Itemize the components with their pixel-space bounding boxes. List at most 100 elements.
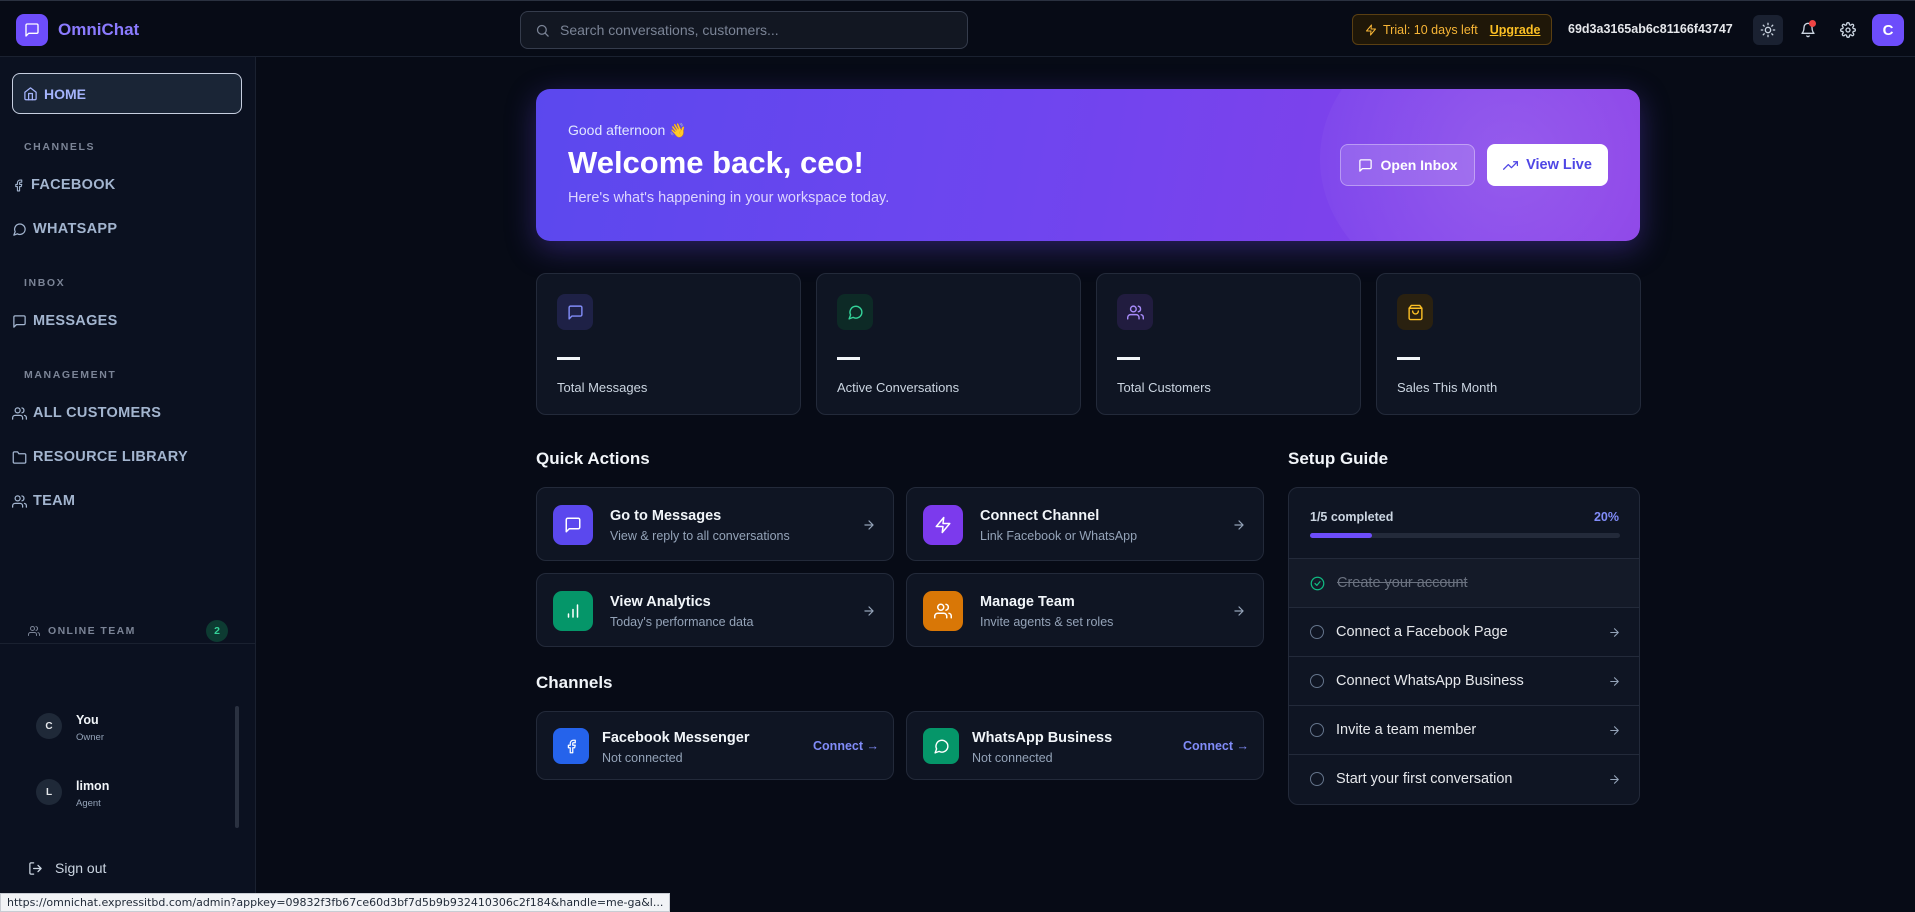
sidebar-item-messages[interactable]: MESSAGES: [12, 305, 242, 337]
setup-step-label: Connect a Facebook Page: [1336, 624, 1508, 640]
arrow-right-icon: [1608, 675, 1621, 688]
setup-progress-fill: [1310, 533, 1372, 538]
upgrade-link[interactable]: Upgrade: [1490, 23, 1541, 37]
sidebar-item-label: RESOURCE LIBRARY: [33, 449, 188, 465]
member-name: limon: [76, 779, 110, 793]
notification-dot: [1809, 20, 1816, 27]
circle-icon: [1310, 723, 1324, 737]
team-scrollbar[interactable]: [235, 706, 239, 828]
user-avatar[interactable]: C: [1872, 14, 1904, 46]
message-square-icon: [1358, 158, 1373, 173]
sign-out-button[interactable]: Sign out: [28, 860, 106, 876]
sun-icon: [1760, 22, 1776, 38]
quick-actions-title: Quick Actions: [536, 449, 650, 468]
sidebar-item-home[interactable]: HOME: [12, 73, 242, 114]
stat-value-placeholder: [1117, 357, 1140, 360]
action-title: Manage Team: [980, 594, 1075, 610]
arrow-right-icon: [1232, 518, 1246, 532]
setup-progress-percent: 20%: [1593, 510, 1619, 524]
lightning-icon: [1365, 24, 1377, 36]
open-inbox-button[interactable]: Open Inbox: [1340, 144, 1475, 186]
setup-step-label: Connect WhatsApp Business: [1336, 673, 1524, 689]
action-connect-channel[interactable]: Connect Channel Link Facebook or WhatsAp…: [906, 487, 1264, 561]
sidebar-item-all-customers[interactable]: ALL CUSTOMERS: [12, 397, 242, 429]
action-subtitle: Link Facebook or WhatsApp: [980, 529, 1138, 543]
stat-label: Sales This Month: [1397, 380, 1498, 395]
workspace-id: 69d3a3165ab6c81166f43747: [1568, 22, 1733, 36]
stat-label: Active Conversations: [837, 380, 960, 395]
setup-step-create-account: Create your account: [1289, 558, 1639, 607]
arrow-right-icon: [1608, 724, 1621, 737]
sidebar-item-team[interactable]: TEAM: [12, 485, 242, 517]
setup-progress-bar: [1310, 533, 1620, 538]
action-title: Go to Messages: [610, 508, 722, 524]
app-logo[interactable]: OmniChat: [16, 14, 139, 46]
connect-whatsapp-link[interactable]: Connect →: [1183, 739, 1249, 753]
action-manage-team[interactable]: Manage Team Invite agents & set roles: [906, 573, 1264, 647]
action-subtitle: View & reply to all conversations: [610, 529, 790, 543]
circle-icon: [1310, 625, 1324, 639]
gear-icon: [1840, 22, 1856, 38]
sidebar-item-resource-library[interactable]: RESOURCE LIBRARY: [12, 441, 242, 473]
stat-card-total-messages: Total Messages: [536, 273, 801, 415]
welcome-banner: Good afternoon 👋 Welcome back, ceo! Here…: [536, 89, 1640, 241]
users-icon: [12, 406, 27, 421]
setup-step-label: Create your account: [1337, 575, 1468, 591]
stat-value-placeholder: [837, 357, 860, 360]
member-role: Agent: [76, 798, 101, 809]
setup-step-connect-whatsapp[interactable]: Connect WhatsApp Business: [1289, 656, 1639, 705]
bar-chart-icon: [553, 591, 593, 631]
shopping-bag-icon: [1397, 294, 1433, 330]
action-go-to-messages[interactable]: Go to Messages View & reply to all conve…: [536, 487, 894, 561]
message-circle-icon: [837, 294, 873, 330]
sidebar-item-label: TEAM: [33, 493, 76, 509]
action-view-analytics[interactable]: View Analytics Today's performance data: [536, 573, 894, 647]
online-count-badge: 2: [206, 620, 228, 642]
avatar: L: [36, 779, 62, 805]
section-channels: CHANNELS: [24, 141, 96, 153]
notifications-button[interactable]: [1793, 15, 1823, 45]
search-bar[interactable]: [520, 11, 968, 49]
facebook-icon: [553, 728, 589, 764]
trial-text: Trial: 10 days left: [1383, 22, 1478, 37]
setup-guide-title: Setup Guide: [1288, 449, 1389, 468]
circle-icon: [1310, 772, 1324, 786]
logo-chat-icon: [16, 14, 48, 46]
hero-subtitle: Here's what's happening in your workspac…: [568, 190, 890, 206]
setup-step-first-conversation[interactable]: Start your first conversation: [1289, 754, 1639, 803]
channel-card-whatsapp: WhatsApp Business Not connected Connect …: [906, 711, 1264, 780]
greeting-text: Good afternoon 👋: [568, 122, 687, 138]
sidebar-item-label: FACEBOOK: [31, 177, 116, 193]
section-inbox: INBOX: [24, 277, 66, 289]
sidebar-item-whatsapp[interactable]: WHATSAPP: [12, 213, 242, 245]
theme-toggle-button[interactable]: [1753, 15, 1783, 45]
settings-button[interactable]: [1833, 15, 1863, 45]
member-role: Owner: [76, 732, 104, 743]
setup-step-connect-facebook[interactable]: Connect a Facebook Page: [1289, 607, 1639, 656]
connect-facebook-link[interactable]: Connect →: [813, 739, 879, 753]
channel-status: Not connected: [602, 751, 683, 765]
setup-step-label: Start your first conversation: [1336, 771, 1513, 787]
message-square-icon: [12, 314, 27, 329]
channel-name: Facebook Messenger: [602, 730, 750, 746]
stat-value-placeholder: [1397, 357, 1420, 360]
search-icon: [535, 23, 550, 38]
arrow-right-icon: [1232, 604, 1246, 618]
folder-icon: [12, 450, 27, 465]
whatsapp-icon: [923, 728, 959, 764]
stat-label: Total Messages: [557, 380, 648, 395]
trending-up-icon: [1503, 158, 1519, 173]
team-member[interactable]: C You Owner: [36, 713, 104, 743]
top-bar: OmniChat Trial: 10 days left Upgrade 69d…: [0, 0, 1915, 57]
setup-step-invite-member[interactable]: Invite a team member: [1289, 705, 1639, 754]
team-member[interactable]: L limon Agent: [36, 779, 109, 809]
action-title: Connect Channel: [980, 508, 1100, 524]
sidebar-item-facebook[interactable]: FACEBOOK: [12, 169, 242, 201]
stat-card-active-conversations: Active Conversations: [816, 273, 1081, 415]
search-input[interactable]: [560, 22, 940, 38]
facebook-icon: [12, 178, 25, 193]
home-icon: [23, 86, 38, 101]
view-live-button[interactable]: View Live: [1487, 144, 1608, 186]
open-inbox-label: Open Inbox: [1380, 157, 1458, 173]
message-square-icon: [553, 505, 593, 545]
